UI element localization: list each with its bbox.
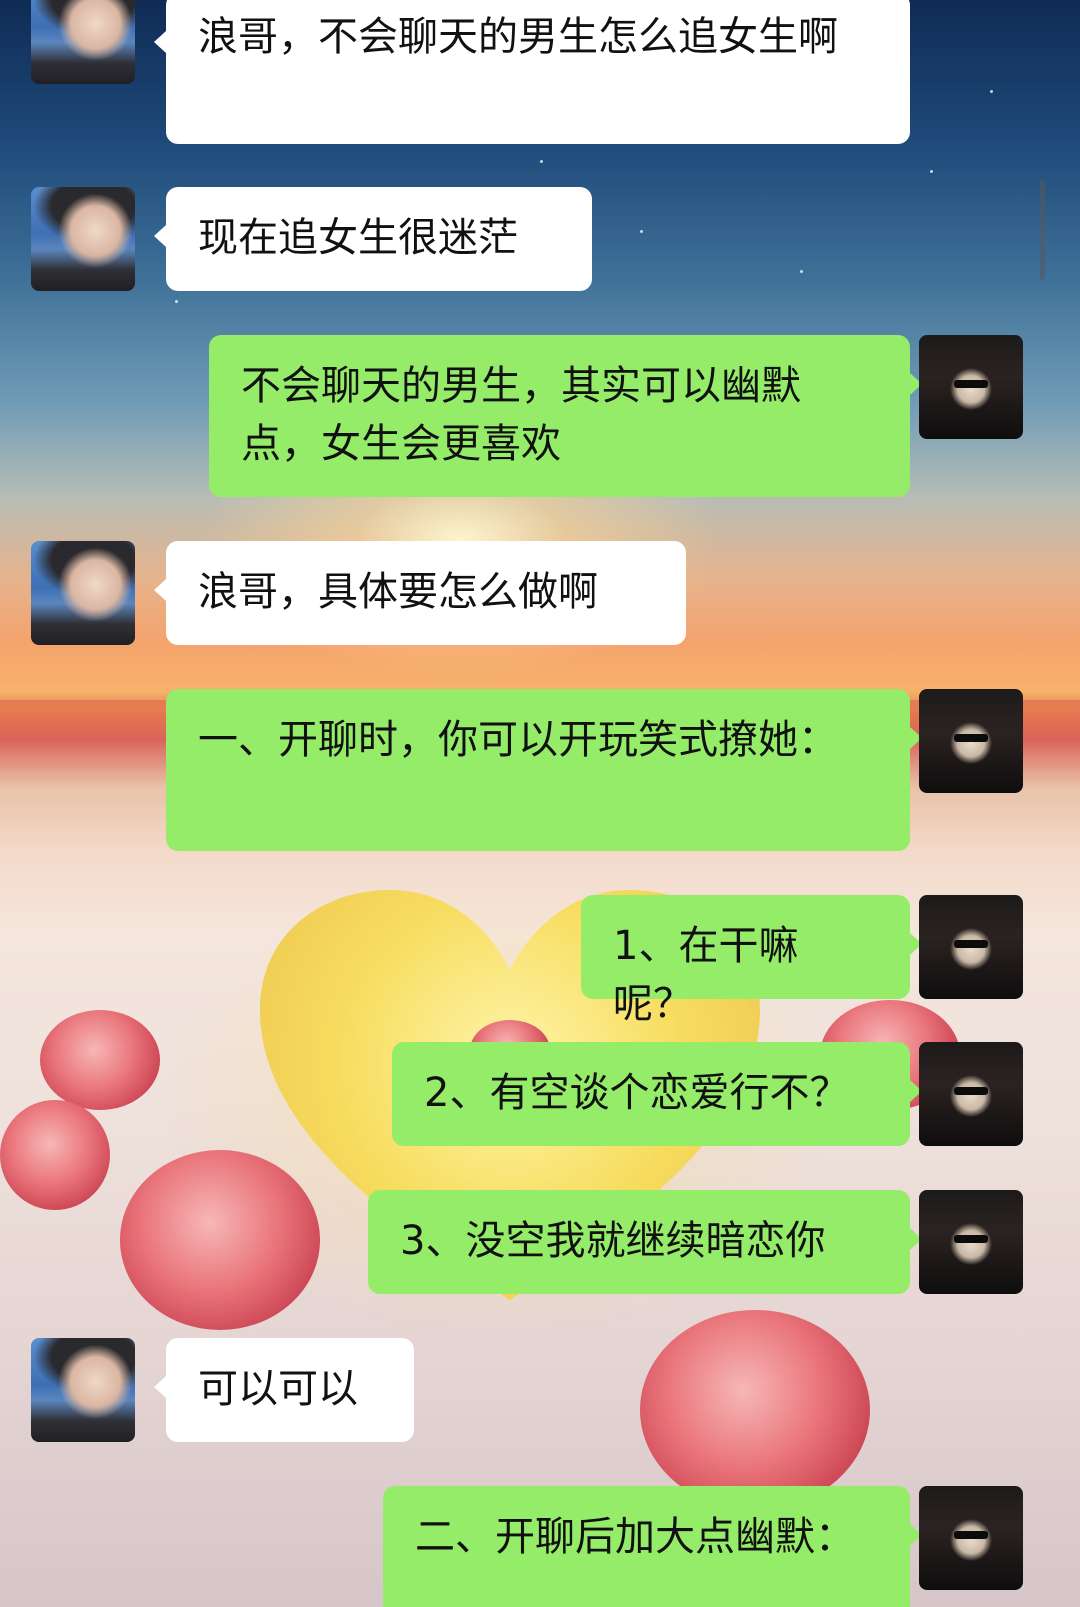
my-avatar[interactable] — [919, 689, 1023, 793]
received-message-bubble[interactable]: 现在追女生很迷茫 — [154, 187, 592, 291]
contact-avatar[interactable] — [31, 1338, 135, 1442]
received-message-bubble[interactable]: 浪哥，具体要怎么做啊 — [154, 541, 686, 645]
message-text: 2、有空谈个恋爱行不？ — [424, 1070, 850, 1116]
background-star — [800, 270, 803, 273]
my-avatar[interactable] — [919, 1042, 1023, 1146]
sent-message-bubble[interactable]: 2、有空谈个恋爱行不？ — [392, 1042, 922, 1146]
background-rose — [40, 1010, 160, 1110]
sent-message-bubble[interactable]: 1、在干嘛呢？ — [581, 895, 922, 1027]
background-rose — [640, 1310, 870, 1510]
sent-message-bubble[interactable]: 一、开聊时，你可以开玩笑式撩她： — [166, 689, 922, 851]
background-star — [990, 90, 993, 93]
background-rose — [120, 1150, 320, 1330]
background-star — [640, 230, 643, 233]
received-message-bubble[interactable]: 浪哥，不会聊天的男生怎么追女生啊 — [154, 0, 910, 144]
background-star — [930, 170, 933, 173]
contact-avatar[interactable] — [31, 187, 135, 291]
my-avatar[interactable] — [919, 895, 1023, 999]
sent-message-bubble[interactable]: 二、开聊后加大点幽默： — [383, 1486, 922, 1607]
my-avatar[interactable] — [919, 335, 1023, 439]
background-rose — [0, 1100, 110, 1210]
contact-avatar[interactable] — [31, 541, 135, 645]
sent-message-bubble[interactable]: 不会聊天的男生，其实可以幽默点，女生会更喜欢 — [209, 335, 922, 497]
background-star — [175, 300, 178, 303]
message-text: 现在追女生很迷茫 — [198, 215, 518, 261]
chat-scrollbar[interactable] — [1040, 180, 1045, 280]
contact-avatar[interactable] — [31, 0, 135, 84]
message-text: 浪哥，不会聊天的男生怎么追女生啊 — [198, 14, 838, 60]
my-avatar[interactable] — [919, 1486, 1023, 1590]
message-text: 浪哥，具体要怎么做啊 — [198, 569, 598, 615]
message-text: 可以可以 — [198, 1366, 358, 1412]
message-text: 不会聊天的男生，其实可以幽默点，女生会更喜欢 — [241, 363, 801, 467]
sent-message-bubble[interactable]: 3、没空我就继续暗恋你 — [368, 1190, 922, 1294]
message-text: 3、没空我就继续暗恋你 — [400, 1218, 826, 1264]
background-star — [540, 160, 543, 163]
message-text: 二、开聊后加大点幽默： — [415, 1514, 855, 1560]
message-text: 一、开聊时，你可以开玩笑式撩她： — [198, 717, 838, 763]
my-avatar[interactable] — [919, 1190, 1023, 1294]
received-message-bubble[interactable]: 可以可以 — [154, 1338, 414, 1442]
